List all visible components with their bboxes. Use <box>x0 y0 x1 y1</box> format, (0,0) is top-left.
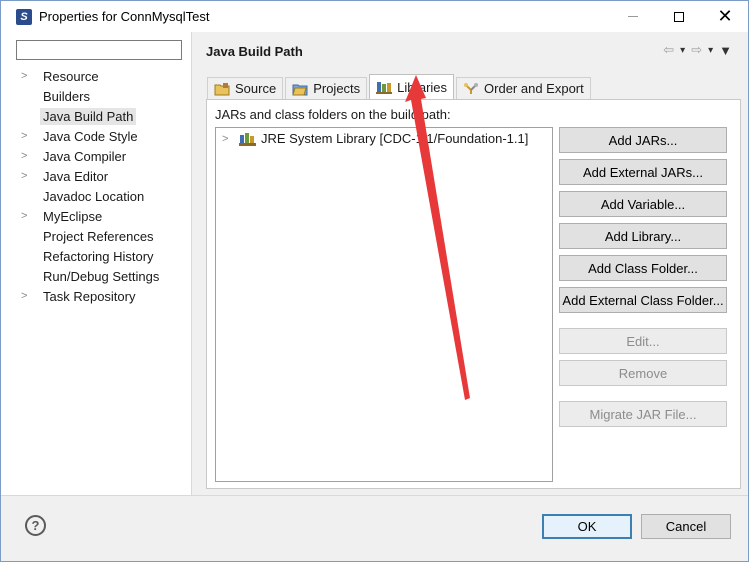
sidebar-item-label: Task Repository <box>43 288 136 304</box>
page-title: Java Build Path <box>206 44 303 59</box>
build-path-tabs: Source Projects Libraries Order and Expo… <box>207 74 593 99</box>
edit-button[interactable]: Edit... <box>559 328 727 354</box>
remove-button[interactable]: Remove <box>559 360 727 386</box>
close-icon: ✕ <box>717 6 733 26</box>
sidebar-item-java-compiler[interactable]: > Java Compiler <box>21 146 191 166</box>
sidebar-item-java-editor[interactable]: > Java Editor <box>21 166 191 186</box>
sidebar-item-label: MyEclipse <box>43 208 103 224</box>
forward-arrow-icon[interactable]: ⇨ <box>691 42 702 58</box>
expand-arrow-icon[interactable]: > <box>222 133 239 145</box>
filter-input[interactable] <box>16 40 182 60</box>
sidebar-item-refactoring-history[interactable]: Refactoring History <box>21 246 191 266</box>
close-button[interactable]: ✕ <box>702 1 748 32</box>
tab-label: Source <box>235 81 277 96</box>
sidebar-item-myeclipse[interactable]: > MyEclipse <box>21 206 191 226</box>
maximize-button[interactable] <box>656 1 702 32</box>
minimize-button[interactable] <box>610 1 656 32</box>
expand-arrow-icon[interactable]: > <box>21 290 40 302</box>
sidebar-item-javadoc-location[interactable]: Javadoc Location <box>21 186 191 206</box>
sidebar-item-label: Java Editor <box>43 168 109 184</box>
property-pages-tree: > Resource Builders Java Build Path > Ja… <box>21 66 191 306</box>
minimize-icon <box>628 16 638 17</box>
expand-arrow-icon[interactable]: > <box>21 170 40 182</box>
sidebar-item-java-code-style[interactable]: > Java Code Style <box>21 126 191 146</box>
window-controls: ✕ <box>610 1 748 32</box>
library-label: JRE System Library [CDC-1.1/Foundation-1… <box>261 131 529 146</box>
properties-dialog: S Properties for ConnMysqlTest ✕ > Resou… <box>0 0 749 562</box>
title-bar: S Properties for ConnMysqlTest ✕ <box>1 1 748 32</box>
dialog-button-bar: ? OK Cancel <box>1 495 748 561</box>
add-external-class-folder-button[interactable]: Add External Class Folder... <box>559 287 727 313</box>
myeclipse-app-icon: S <box>16 8 32 25</box>
tab-label: Projects <box>313 81 361 96</box>
sidebar-item-project-references[interactable]: Project References <box>21 226 191 246</box>
sidebar-item-label: Java Compiler <box>43 148 127 164</box>
add-jars-button[interactable]: Add JARs... <box>559 127 727 153</box>
back-menu-chevron-icon[interactable]: ▾ <box>680 45 685 56</box>
sidebar-item-resource[interactable]: > Resource <box>21 66 191 86</box>
add-external-jars-button[interactable]: Add External JARs... <box>559 159 727 185</box>
order-export-icon <box>463 82 479 96</box>
sidebar-item-label: Refactoring History <box>43 248 154 264</box>
sidebar-item-run-debug-settings[interactable]: Run/Debug Settings <box>21 266 191 286</box>
jars-label: JARs and class folders on the build path… <box>215 107 451 122</box>
add-variable-button[interactable]: Add Variable... <box>559 191 727 217</box>
maximize-icon <box>674 11 684 22</box>
libraries-tab-panel: JARs and class folders on the build path… <box>206 99 741 489</box>
expand-arrow-icon[interactable]: > <box>21 150 40 162</box>
add-class-folder-button[interactable]: Add Class Folder... <box>559 255 727 281</box>
tab-label: Order and Export <box>484 81 584 96</box>
help-icon[interactable]: ? <box>25 515 46 536</box>
migrate-jar-file-button[interactable]: Migrate JAR File... <box>559 401 727 427</box>
tab-order-and-export[interactable]: Order and Export <box>456 77 591 99</box>
java-build-path-page: Java Build Path ⇦ ▾ ⇨ ▾ ▼ Source Project… <box>193 32 748 495</box>
sidebar-item-label: Builders <box>43 88 90 104</box>
sidebar-item-task-repository[interactable]: > Task Repository <box>21 286 191 306</box>
sidebar-item-builders[interactable]: Builders <box>21 86 191 106</box>
view-menu-icon[interactable]: ▼ <box>719 43 732 58</box>
libraries-icon <box>376 80 393 94</box>
list-item[interactable]: > JRE System Library [CDC-1.1/Foundation… <box>222 131 528 146</box>
tab-label: Libraries <box>397 79 448 95</box>
expand-arrow-icon[interactable]: > <box>21 70 40 82</box>
expand-arrow-icon[interactable]: > <box>21 210 40 222</box>
sidebar-item-label: Java Code Style <box>43 128 138 144</box>
sidebar-item-label: Run/Debug Settings <box>43 268 160 284</box>
projects-icon <box>292 82 308 96</box>
back-arrow-icon[interactable]: ⇦ <box>663 42 674 58</box>
tab-libraries[interactable]: Libraries <box>369 74 455 99</box>
sidebar-item-label: Project References <box>43 228 154 244</box>
history-nav: ⇦ ▾ ⇨ ▾ ▼ <box>657 42 732 58</box>
tab-source[interactable]: Source <box>207 77 284 99</box>
source-folder-icon <box>214 82 230 96</box>
add-library-button[interactable]: Add Library... <box>559 223 727 249</box>
sidebar-item-label: Javadoc Location <box>43 188 145 204</box>
tab-projects[interactable]: Projects <box>285 77 368 99</box>
forward-menu-chevron-icon[interactable]: ▾ <box>708 45 713 56</box>
expand-arrow-icon[interactable]: > <box>21 130 40 142</box>
sidebar-item-label: Java Build Path <box>40 107 137 125</box>
sidebar-item-java-build-path[interactable]: Java Build Path <box>21 106 191 126</box>
ok-button[interactable]: OK <box>542 514 632 539</box>
jre-library-icon <box>239 132 257 146</box>
library-list[interactable]: > JRE System Library [CDC-1.1/Foundation… <box>215 127 553 482</box>
sidebar-item-label: Resource <box>43 68 99 84</box>
window-title: Properties for ConnMysqlTest <box>39 9 210 24</box>
property-pages-panel: > Resource Builders Java Build Path > Ja… <box>1 32 192 495</box>
cancel-button[interactable]: Cancel <box>641 514 731 539</box>
